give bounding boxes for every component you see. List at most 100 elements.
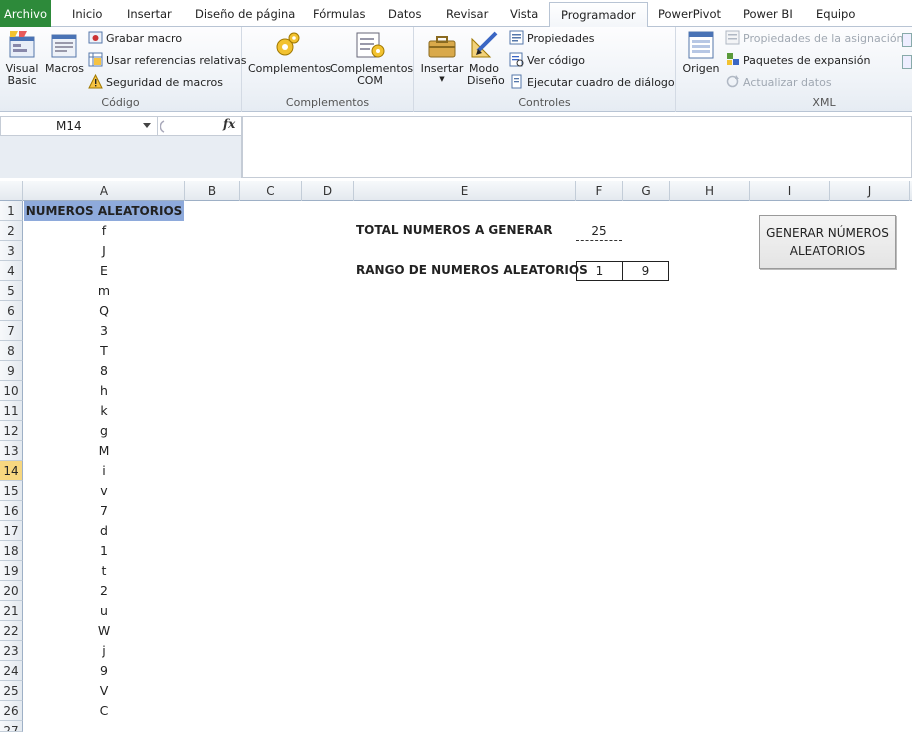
row-header[interactable]: 7 <box>0 321 23 341</box>
cell-a[interactable]: 2 <box>24 581 184 601</box>
row-header[interactable]: 22 <box>0 621 23 641</box>
cell-a[interactable]: E <box>24 261 184 281</box>
tab-archivo[interactable]: Archivo <box>0 0 51 27</box>
column-header-j[interactable]: J <box>830 181 910 201</box>
row-header[interactable]: 4 <box>0 261 23 281</box>
complementos-com-button[interactable]: Complementos COM <box>330 29 413 87</box>
tab-diseno-pagina[interactable]: Diseño de página <box>193 0 297 27</box>
cell-a[interactable]: J <box>24 241 184 261</box>
rango-max-cell[interactable]: 9 <box>622 261 669 281</box>
modo-diseno-button[interactable]: Modo Diseño <box>464 29 505 87</box>
propiedades-asignacion-button[interactable]: Propiedades de la asignación <box>725 29 904 49</box>
complementos-button[interactable]: Complementos <box>248 29 331 75</box>
row-header[interactable]: 20 <box>0 581 23 601</box>
visual-basic-button[interactable]: Visual Basic <box>3 29 41 87</box>
cell-a[interactable]: 3 <box>24 321 184 341</box>
usar-referencias-relativas-button[interactable]: Usar referencias relativas <box>88 51 247 71</box>
cell-a[interactable]: k <box>24 401 184 421</box>
cell-a[interactable]: 8 <box>24 361 184 381</box>
row-header[interactable]: 6 <box>0 301 23 321</box>
tab-equipo[interactable]: Equipo <box>814 0 857 27</box>
row-header[interactable]: 12 <box>0 421 23 441</box>
tab-datos[interactable]: Datos <box>386 0 423 27</box>
row-header[interactable]: 8 <box>0 341 23 361</box>
cell-a[interactable]: V <box>24 681 184 701</box>
tab-powerpivot[interactable]: PowerPivot <box>656 0 723 27</box>
row-header[interactable]: 16 <box>0 501 23 521</box>
cell-a[interactable]: t <box>24 561 184 581</box>
insert-function-button[interactable]: fx <box>223 117 235 131</box>
xml-import-icon[interactable] <box>902 33 912 47</box>
cell-a[interactable]: h <box>24 381 184 401</box>
cell-a[interactable]: i <box>24 461 184 481</box>
seguridad-macros-button[interactable]: Seguridad de macros <box>88 73 223 93</box>
row-header[interactable]: 27 <box>0 721 23 732</box>
cell-a1-header[interactable]: NUMEROS ALEATORIOS <box>24 201 184 221</box>
row-header[interactable]: 10 <box>0 381 23 401</box>
ver-codigo-button[interactable]: Ver código <box>509 51 585 71</box>
cell-a[interactable]: W <box>24 621 184 641</box>
row-header[interactable]: 21 <box>0 601 23 621</box>
row-header[interactable]: 17 <box>0 521 23 541</box>
column-header-f[interactable]: F <box>576 181 623 201</box>
row-header-selected[interactable]: 14 <box>0 461 23 481</box>
name-box-dropdown-icon[interactable] <box>143 123 151 128</box>
tab-inicio[interactable]: Inicio <box>70 0 104 27</box>
row-header[interactable]: 2 <box>0 221 23 241</box>
row-header[interactable]: 25 <box>0 681 23 701</box>
cell-a[interactable]: v <box>24 481 184 501</box>
cell-a[interactable]: 9 <box>24 661 184 681</box>
origen-button[interactable]: Origen <box>680 29 722 75</box>
cell-a[interactable]: m <box>24 281 184 301</box>
cell-a[interactable]: 1 <box>24 541 184 561</box>
tab-programador[interactable]: Programador <box>549 2 648 29</box>
total-value-cell[interactable]: 25 <box>576 221 622 241</box>
row-header[interactable]: 3 <box>0 241 23 261</box>
rango-min-cell[interactable]: 1 <box>576 261 623 281</box>
cell-a[interactable]: 7 <box>24 501 184 521</box>
row-header[interactable]: 19 <box>0 561 23 581</box>
column-header-a[interactable]: A <box>24 181 185 201</box>
tab-insertar[interactable]: Insertar <box>125 0 174 27</box>
row-header[interactable]: 11 <box>0 401 23 421</box>
row-header[interactable]: 9 <box>0 361 23 381</box>
column-header-d[interactable]: D <box>302 181 354 201</box>
ejecutar-cuadro-dialogo-button[interactable]: Ejecutar cuadro de diálogo <box>509 73 675 93</box>
row-header[interactable]: 1 <box>0 201 23 221</box>
actualizar-datos-button[interactable]: Actualizar datos <box>725 73 832 93</box>
grabar-macro-button[interactable]: Grabar macro <box>88 29 182 49</box>
column-header-c[interactable]: C <box>240 181 302 201</box>
generar-numeros-button[interactable]: GENERAR NÚMEROS ALEATORIOS <box>759 215 896 269</box>
column-header-i[interactable]: I <box>750 181 830 201</box>
formula-bar-splitter-icon[interactable] <box>160 120 182 133</box>
row-header[interactable]: 24 <box>0 661 23 681</box>
formula-input[interactable] <box>242 116 912 178</box>
row-header[interactable]: 5 <box>0 281 23 301</box>
column-header-b[interactable]: B <box>185 181 240 201</box>
tab-powerbi[interactable]: Power BI <box>741 0 795 27</box>
tab-formulas[interactable]: Fórmulas <box>311 0 368 27</box>
cell-a[interactable]: M <box>24 441 184 461</box>
cell-a[interactable]: C <box>24 701 184 721</box>
paquetes-expansion-button[interactable]: Paquetes de expansión <box>725 51 870 71</box>
row-header[interactable]: 13 <box>0 441 23 461</box>
cell-a[interactable]: Q <box>24 301 184 321</box>
row-header[interactable]: 18 <box>0 541 23 561</box>
tab-revisar[interactable]: Revisar <box>444 0 490 27</box>
insertar-control-button[interactable]: Insertar ▼ <box>420 29 464 84</box>
column-header-h[interactable]: H <box>670 181 750 201</box>
row-header[interactable]: 23 <box>0 641 23 661</box>
column-header-e[interactable]: E <box>354 181 576 201</box>
cell-a[interactable]: d <box>24 521 184 541</box>
row-header[interactable]: 26 <box>0 701 23 721</box>
select-all-corner[interactable] <box>0 181 23 201</box>
column-header-g[interactable]: G <box>623 181 670 201</box>
tab-vista[interactable]: Vista <box>508 0 540 27</box>
macros-button[interactable]: Macros <box>45 29 84 75</box>
xml-export-icon[interactable] <box>902 55 912 69</box>
cell-a[interactable]: g <box>24 421 184 441</box>
cell-a[interactable]: u <box>24 601 184 621</box>
name-box[interactable]: M14 <box>0 116 158 136</box>
propiedades-button[interactable]: Propiedades <box>509 29 594 49</box>
cell-a[interactable]: f <box>24 221 184 241</box>
